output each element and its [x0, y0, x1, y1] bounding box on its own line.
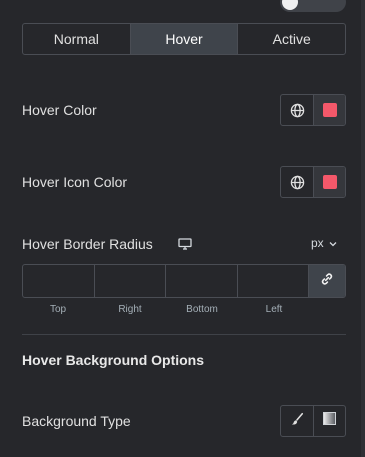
scrollbar[interactable]	[361, 0, 365, 457]
hover-color-label: Hover Color	[22, 102, 97, 118]
classic-background-button[interactable]	[281, 406, 314, 436]
globe-icon[interactable]	[281, 167, 314, 197]
state-tabs: Normal Hover Active	[22, 23, 346, 55]
tab-active[interactable]: Active	[238, 24, 345, 54]
background-type-label: Background Type	[22, 413, 131, 429]
radius-left-input[interactable]	[237, 265, 309, 297]
radius-top-input[interactable]	[23, 265, 95, 297]
toggle-knob	[282, 0, 298, 10]
link-values-button[interactable]	[309, 265, 345, 297]
chevron-down-icon	[329, 236, 337, 250]
color-picker-button[interactable]	[314, 167, 345, 197]
section-divider	[22, 334, 346, 335]
label-left: Left	[265, 304, 283, 315]
unit-label: px	[311, 236, 324, 250]
brush-icon	[290, 412, 304, 431]
radius-field-labels: Top Right Bottom Left	[22, 304, 310, 315]
label-top: Top	[49, 304, 67, 315]
gradient-background-button[interactable]	[314, 406, 346, 436]
gradient-icon	[322, 412, 336, 430]
tab-normal[interactable]: Normal	[23, 24, 131, 54]
label-bottom: Bottom	[186, 304, 218, 315]
color-swatch	[322, 175, 337, 189]
radius-bottom-input[interactable]	[166, 265, 238, 297]
hover-icon-color-label: Hover Icon Color	[22, 174, 128, 190]
hover-icon-color-control	[280, 166, 346, 198]
hover-border-radius-label: Hover Border Radius	[22, 236, 153, 252]
color-picker-button[interactable]	[314, 95, 345, 125]
desktop-icon[interactable]	[178, 237, 192, 255]
globe-icon[interactable]	[281, 95, 314, 125]
radius-right-input[interactable]	[94, 265, 166, 297]
hover-background-heading: Hover Background Options	[22, 352, 205, 368]
hover-color-control	[280, 94, 346, 126]
label-right: Right	[118, 304, 142, 315]
toggle-switch[interactable]	[280, 0, 346, 12]
link-icon	[320, 272, 334, 291]
tab-hover[interactable]: Hover	[130, 24, 239, 54]
color-swatch	[322, 103, 337, 117]
background-type-control	[280, 405, 346, 437]
border-radius-inputs	[22, 264, 346, 298]
unit-selector[interactable]: px	[311, 236, 337, 250]
